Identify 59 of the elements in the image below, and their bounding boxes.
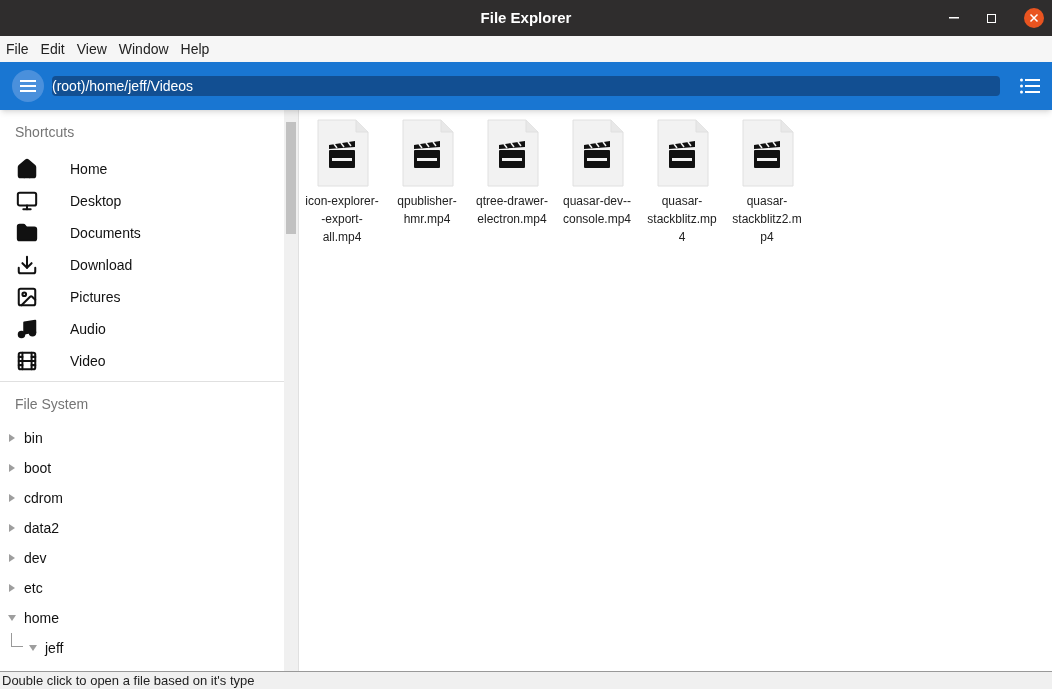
file-name[interactable]: qpublisher-hmr.mp4 [389,192,465,228]
tree-item[interactable]: boot [24,457,52,479]
maximize-icon[interactable] [987,13,996,23]
expanded-caret-icon[interactable] [8,613,16,623]
tree-item[interactable]: dev [24,547,47,569]
close-icon[interactable] [1024,8,1044,28]
section-heading: File System [14,395,90,414]
section-heading: Shortcuts [14,123,76,142]
tree-item[interactable]: home [24,607,60,629]
window-title: File Explorer [480,7,572,28]
minimize-icon[interactable] [949,17,959,19]
tree-item[interactable]: jeff [45,637,64,659]
collapsed-caret-icon[interactable] [8,553,16,563]
video-file-icon [654,118,710,188]
menu-button[interactable] [12,70,44,102]
file-name[interactable]: icon-explorer--export-all.mp4 [304,192,380,246]
list-view-icon[interactable] [1020,78,1040,94]
menu-item[interactable]: File [6,38,29,60]
menu-item[interactable]: Window [118,38,169,60]
tree-item[interactable]: bin [24,427,43,449]
menu-item[interactable]: Help [180,38,210,60]
status-bar: Double click to open a file based on it's type [0,671,1052,689]
video-file-icon [314,118,370,188]
shortcut-item[interactable]: Documents [0,217,284,249]
monitor-icon [16,190,38,212]
folder-icon [16,222,38,244]
file-name[interactable]: quasar-stackblitz.mp4 [644,192,720,246]
collapsed-caret-icon[interactable] [8,433,16,443]
expanded-caret-icon[interactable] [29,643,37,653]
shortcut-item[interactable]: Desktop [0,185,284,217]
tree-item[interactable]: data2 [24,517,60,539]
shortcut-item[interactable]: Home [0,153,284,185]
shortcut-item[interactable]: Download [0,249,284,281]
shortcut-item[interactable]: Audio [0,313,284,345]
home-icon [16,158,38,180]
file-name[interactable]: qtree-drawer-electron.mp4 [474,192,550,228]
tree-item[interactable]: etc [24,577,43,599]
film-icon [16,350,38,372]
music-note-icon [16,318,38,340]
video-file-icon [569,118,625,188]
menu-item[interactable]: View [76,38,107,60]
scrollbar[interactable] [284,110,298,671]
collapsed-caret-icon[interactable] [8,493,16,503]
image-icon [16,286,38,308]
menu-item[interactable]: Edit [40,38,65,60]
tree-item[interactable]: cdrom [24,487,63,509]
file-name[interactable]: quasar-dev--console.mp4 [559,192,635,228]
collapsed-caret-icon[interactable] [8,523,16,533]
download-icon [16,254,38,276]
video-file-icon [484,118,540,188]
menu-icon [20,80,36,92]
shortcut-item[interactable]: Video [0,345,284,377]
collapsed-caret-icon[interactable] [8,583,16,593]
collapsed-caret-icon[interactable] [8,463,16,473]
path-field[interactable]: (root)/home/jeff/Videos [52,76,1000,96]
video-file-icon [399,118,455,188]
shortcut-item[interactable]: Pictures [0,281,284,313]
file-name[interactable]: quasar-stackblitz2.mp4 [729,192,805,246]
video-file-icon [739,118,795,188]
